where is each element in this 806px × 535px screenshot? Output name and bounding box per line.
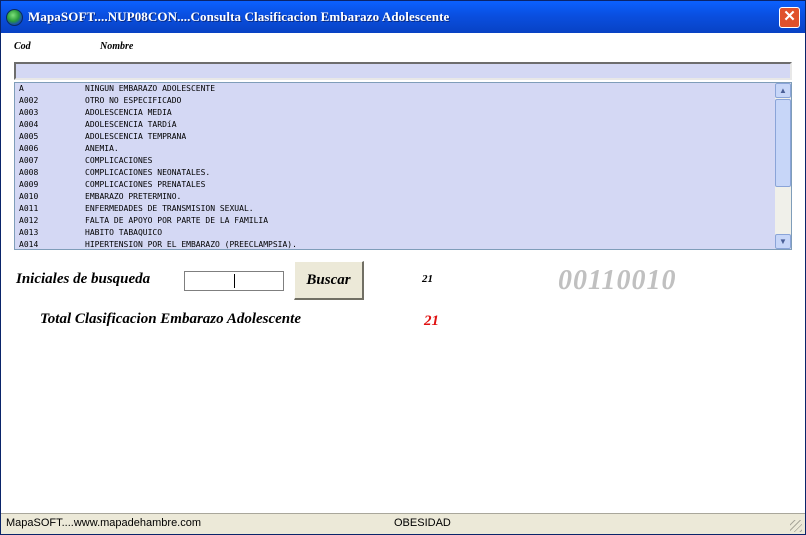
window-title: MapaSOFT....NUP08CON....Consulta Clasifi… xyxy=(28,9,450,24)
list-item-name: ANEMIA. xyxy=(85,144,119,153)
list-item-name: HIPERTENSION POR EL EMBARAZO (PREECLAMPS… xyxy=(85,240,297,249)
list-item-code: A006 xyxy=(19,144,39,153)
close-button[interactable]: ✕ xyxy=(779,7,800,28)
list-item-code: A011 xyxy=(19,204,39,213)
total-count: 21 xyxy=(424,313,439,329)
list-item-code: A010 xyxy=(19,192,39,201)
list-item-code: A014 xyxy=(19,240,39,249)
column-header-name: Nombre xyxy=(100,41,134,52)
list-item-name: OTRO NO ESPECIFICADO xyxy=(85,96,182,105)
resize-grip-icon[interactable] xyxy=(790,520,802,532)
list-item-name: ENFERMEDADES DE TRANSMISION SEXUAL. xyxy=(85,204,254,213)
list-item[interactable]: A007 COMPLICACIONES xyxy=(15,155,774,167)
list-item-code: A009 xyxy=(19,180,39,189)
list-item-code: A008 xyxy=(19,168,39,177)
list-item[interactable]: A003 ADOLESCENCIA MEDIA xyxy=(15,107,774,119)
list-item-code: A xyxy=(19,84,24,93)
list-item[interactable]: A005 ADOLESCENCIA TEMPRANA xyxy=(15,131,774,143)
status-website: MapaSOFT....www.mapadehambre.com xyxy=(6,517,202,529)
list-item-code: A004 xyxy=(19,120,39,129)
code-display: 00110010 xyxy=(558,265,677,296)
list-item[interactable]: A011 ENFERMEDADES DE TRANSMISION SEXUAL. xyxy=(15,203,774,215)
list-item-code: A005 xyxy=(19,132,39,141)
search-label: Iniciales de busqueda xyxy=(16,271,151,287)
list-item-name: ADOLESCENCIA MEDIA xyxy=(85,108,172,117)
list-item[interactable]: A009 COMPLICACIONES PRENATALES xyxy=(15,179,774,191)
list-item-code: A003 xyxy=(19,108,39,117)
text-caret xyxy=(234,274,235,288)
list-item[interactable]: A NINGUN EMBARAZO ADOLESCENTE xyxy=(15,83,774,95)
list-item-name: COMPLICACIONES NEONATALES. xyxy=(85,168,211,177)
list-item-code: A007 xyxy=(19,156,39,165)
list-item-name: HABITO TABAQUICO xyxy=(85,228,163,237)
list-item[interactable]: A006 ANEMIA. xyxy=(15,143,774,155)
title-bar[interactable]: MapaSOFT....NUP08CON....Consulta Clasifi… xyxy=(1,1,805,33)
scroll-up-arrow-icon[interactable]: ▲ xyxy=(775,83,791,98)
list-item[interactable]: A002 OTRO NO ESPECIFICADO xyxy=(15,95,774,107)
list-item-code: A012 xyxy=(19,216,39,225)
list-item[interactable]: A012 FALTA DE APOYO POR PARTE DE LA FAMIL… xyxy=(15,215,774,227)
scroll-down-arrow-icon[interactable]: ▼ xyxy=(775,234,791,249)
filter-bar[interactable] xyxy=(14,62,792,80)
list-item-code: A002 xyxy=(19,96,39,105)
globe-icon xyxy=(6,9,23,26)
results-list[interactable]: A NINGUN EMBARAZO ADOLESCENTE A002 OTRO NO … xyxy=(14,82,792,250)
scroll-thumb[interactable] xyxy=(775,99,791,187)
column-header-code: Cod xyxy=(14,41,31,52)
list-item[interactable]: A010 EMBARAZO PRETERMINO. xyxy=(15,191,774,203)
list-item-name: ADOLESCENCIA TEMPRANA xyxy=(85,132,187,141)
status-category: OBESIDAD xyxy=(394,517,451,529)
total-label: Total Clasificacion Embarazo Adolescente xyxy=(40,311,301,327)
list-item[interactable]: A013 HABITO TABAQUICO xyxy=(15,227,774,239)
list-item-name: FALTA DE APOYO POR PARTE DE LA FAMILIA xyxy=(85,216,269,225)
result-count: 21 xyxy=(422,273,433,285)
list-rows: A NINGUN EMBARAZO ADOLESCENTE A002 OTRO NO … xyxy=(15,83,774,249)
list-item-name: EMBARAZO PRETERMINO. xyxy=(85,192,182,201)
search-button[interactable]: Buscar xyxy=(294,261,364,300)
vertical-scrollbar[interactable]: ▲ ▼ xyxy=(775,83,791,249)
list-item-name: COMPLICACIONES xyxy=(85,156,153,165)
list-item[interactable]: A008 COMPLICACIONES NEONATALES. xyxy=(15,167,774,179)
list-item-name: ADOLESCENCIA TARDíA xyxy=(85,120,177,129)
main-window: MapaSOFT....NUP08CON....Consulta Clasifi… xyxy=(0,0,806,535)
list-item[interactable]: A014 HIPERTENSION POR EL EMBARAZO (PREECL… xyxy=(15,239,774,249)
list-item-name: COMPLICACIONES PRENATALES xyxy=(85,180,206,189)
list-item[interactable]: A004 ADOLESCENCIA TARDíA xyxy=(15,119,774,131)
list-item-code: A013 xyxy=(19,228,39,237)
list-item-name: NINGUN EMBARAZO ADOLESCENTE xyxy=(85,84,216,93)
status-bar: MapaSOFT....www.mapadehambre.com OBESIDA… xyxy=(1,513,805,534)
